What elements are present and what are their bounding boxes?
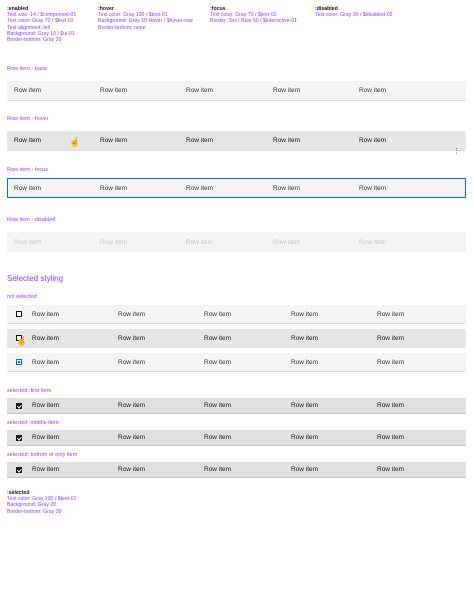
checkbox-checked-icon[interactable] [16,403,22,409]
label-focus: Row item - focus [7,167,48,173]
spec-disabled: :disabled Text color: Gray 30 / $disable… [315,6,393,18]
spec-hover: :hover Text color: Gray 100 / $text-01 B… [98,6,193,31]
row-cell: Row item [291,434,319,441]
row-cell: Row item [273,184,301,192]
row-cell: Row item [291,310,319,318]
label-basic: Row item - basic [7,66,48,72]
row-selected-first[interactable]: Row item Row item Row item Row item Row … [7,398,466,414]
row-cell: Row item [204,402,232,409]
row-cell: Row item [118,466,146,473]
spec-line: Border-bottom: none [98,24,146,31]
row-basic[interactable]: Row item Row item Row item Row item Row … [7,81,466,101]
row-cell: Row item [14,184,42,192]
row-cell: Row item [32,466,60,473]
row-cell: Row item [359,87,387,94]
row-cell: Row item [359,184,387,192]
row-cell: Row item [100,184,128,192]
spec-line: Background: Gray 10 Hover / $hover-row [98,18,193,25]
row-disabled: Row item Row item Row item Row item Row … [7,232,466,252]
label-not-selected: not selected [7,294,37,300]
label-selected-first: selected: first item [7,388,52,394]
row-cell: Row item [118,358,146,366]
row-cell: Row item [118,310,146,318]
row-cell: Row item [14,238,42,246]
spec-selected: :selected Text color: Gray 100 / $text-0… [7,490,77,515]
label-selected-bottom: selected: bottom or only item [7,452,78,458]
row-cell: Row item [204,334,232,342]
row-cell: Row item [118,334,146,342]
row-cell: Row item [377,402,405,409]
row-cell: Row item [118,402,146,409]
row-cell: Row item [377,334,405,342]
checkbox-icon[interactable] [16,359,22,365]
row-cell: Row item [273,87,301,94]
row-cell: Row item [14,137,42,144]
spec-line: Border: 2px / Blue 60 / $interactive-01 [210,18,298,25]
row-cell: Row item [186,87,214,94]
row-cell: Row item [377,310,405,318]
spec-focus: :focus Text color: Gray 70 / $text-02 Bo… [210,6,297,25]
row-cell: Row item [377,358,405,366]
row-cell: Row item [377,466,405,473]
row-cell: Row item [100,238,128,246]
row-cell: Row item [204,310,232,318]
spec-line: Border-bottom: Gray 20 [7,37,62,44]
row-cell: Row item [100,137,128,144]
row-cell: Row item [186,238,214,246]
row-cell: Row item [32,310,60,318]
spec-line: Text color: Gray 30 / $disabled-02 [315,12,393,19]
row-selected-bottom[interactable]: Row item Row item Row item Row item Row … [7,462,466,478]
row-cell: Row item [32,434,60,441]
checkbox-checked-icon[interactable] [16,467,22,473]
row-cell: Row item [377,434,405,441]
row-focus[interactable]: Row item Row item Row item Row item Row … [7,178,466,198]
row-not-selected[interactable]: Row item Row item Row item Row item Row … [7,305,466,324]
row-cell: Row item [291,402,319,409]
row-cell: Row item [273,238,301,246]
row-cell: Row item [359,238,387,246]
row-cell: Row item [204,434,232,441]
pointer-hand-icon: ☝ [16,336,28,346]
row-cell: Row item [273,137,301,144]
row-cell: Row item [204,358,232,366]
label-disabled: Row item - disabled [7,217,56,223]
row-cell: Row item [100,87,128,94]
row-cell: Row item [118,434,146,441]
row-cell: Row item [186,137,214,144]
row-cell: Row item [186,184,214,192]
row-cell: Row item [291,334,319,342]
row-cell: Row item [32,358,60,366]
pointer-hand-icon: ☝ [69,137,81,147]
row-cell: Row item [32,402,60,409]
row-not-selected-hover[interactable]: Row item Row item Row item Row item Row … [7,329,466,348]
label-selected-middle: selected: middle item [7,420,59,426]
row-not-selected-focus[interactable]: Row item Row item Row item Row item Row … [7,353,466,372]
selected-styling-title: Selected styling [7,274,64,283]
spec-line: Border-bottom: Gray 30 [7,508,62,515]
checkbox-checked-icon[interactable] [16,435,22,441]
spec-enabled: :enabled Text size: 14 / $component-01 T… [7,6,76,43]
row-selected-middle[interactable]: Row item Row item Row item Row item Row … [7,430,466,446]
label-hover: Row item - hover [7,116,49,122]
spec-line: Text color: Gray 70 / $text-02 [7,18,74,25]
row-cell: Row item [291,358,319,366]
overflow-menu-icon[interactable]: ⋮ [453,148,460,155]
row-cell: Row item [359,137,387,144]
row-cell: Row item [291,466,319,473]
row-cell: Row item [204,466,232,473]
checkbox-icon[interactable] [16,311,22,317]
row-cell: Row item [14,87,42,94]
row-cell: Row item [32,334,60,342]
